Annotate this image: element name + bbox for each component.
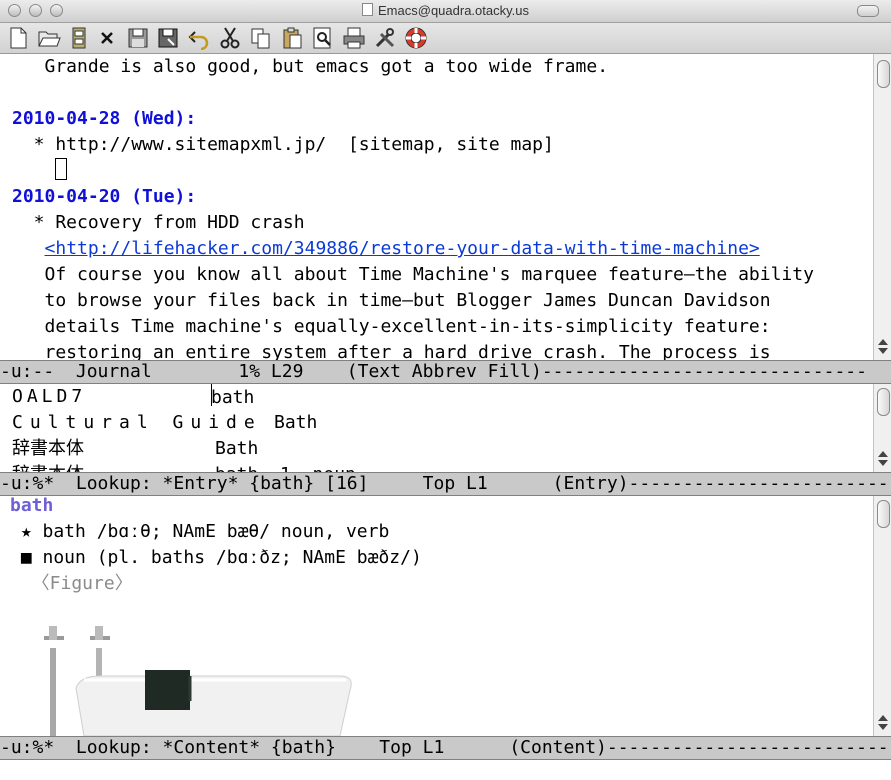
- title-bar: Emacs@quadra.otacky.us: [0, 0, 891, 23]
- journal-item: * http://www.sitemapxml.jp/ [sitemap, si…: [12, 134, 554, 155]
- copy-icon[interactable]: [249, 26, 273, 50]
- scroll-arrows[interactable]: [877, 712, 888, 733]
- noun-definition-line: ■ noun (pl. baths /bɑːðz; NAmE bæðz/): [10, 547, 422, 568]
- scroll-thumb[interactable]: [877, 60, 890, 88]
- journal-paragraph: restoring an entire system after a hard …: [12, 342, 771, 360]
- journal-link-line: <http://lifehacker.com/349886/restore-yo…: [12, 236, 760, 262]
- minibuffer[interactable]: [0, 762, 891, 780]
- journal-paragraph: details Time machine's equally-excellent…: [12, 316, 771, 337]
- paste-icon[interactable]: [280, 26, 304, 50]
- close-x-icon[interactable]: [95, 26, 119, 50]
- text-cursor: [12, 158, 67, 184]
- journal-paragraph: Of course you know all about Time Machin…: [12, 264, 814, 285]
- journal-mode-line: -u:-- Journal 1% L29 (Text Abbrev Fill)-…: [0, 360, 891, 384]
- journal-date-heading: 2010-04-28 (Wed):: [12, 108, 197, 129]
- content-buffer[interactable]: bath ★ bath /bɑːθ; NAmE bæθ/ noun, verb …: [0, 496, 873, 736]
- journal-item: * Recovery from HDD crash: [12, 212, 305, 233]
- journal-link[interactable]: <http://lifehacker.com/349886/restore-yo…: [45, 238, 760, 259]
- save-disk-icon[interactable]: [126, 26, 150, 50]
- pronunciation-line: ★ bath /bɑːθ; NAmE bæθ/ noun, verb: [10, 521, 390, 542]
- save-cabinet-icon[interactable]: [67, 26, 91, 50]
- entry-mode-line: -u:%* Lookup: *Entry* {bath} [16] Top L1…: [0, 472, 891, 496]
- help-icon[interactable]: [404, 26, 428, 50]
- journal-line: Grande is also good, but emacs got a too…: [12, 56, 609, 77]
- entry-word[interactable]: Bath: [274, 410, 317, 436]
- entry-dictionary: 辞書本体: [12, 462, 84, 472]
- undo-icon[interactable]: [187, 26, 211, 50]
- entry-buffer[interactable]: OALD7 bath Cultural Guide Bath 辞書本体 Bath…: [0, 384, 873, 472]
- entry-word[interactable]: Bath: [215, 436, 258, 462]
- content-mode-line: -u:%* Lookup: *Content* {bath} Top L1 (C…: [0, 736, 891, 760]
- cut-icon[interactable]: [218, 26, 242, 50]
- scroll-thumb[interactable]: [877, 500, 890, 528]
- scroll-arrows[interactable]: [877, 448, 888, 469]
- journal-paragraph: to browse your files back in time—but Bl…: [12, 290, 771, 311]
- entry-dictionary: OALD7: [12, 386, 87, 407]
- entry-dictionary: Cultural Guide: [12, 412, 262, 433]
- scroll-thumb[interactable]: [877, 388, 890, 416]
- content-scrollbar[interactable]: [873, 496, 891, 736]
- document-icon: [362, 3, 374, 16]
- window-title: Emacs@quadra.otacky.us: [0, 3, 891, 18]
- toolbar-toggle-button[interactable]: [857, 5, 879, 17]
- entry-scrollbar[interactable]: [873, 384, 891, 472]
- journal-buffer[interactable]: Grande is also good, but emacs got a too…: [0, 54, 873, 360]
- entry-word[interactable]: bath 1 noun: [215, 462, 356, 472]
- open-folder-icon[interactable]: [37, 26, 61, 50]
- scroll-arrows[interactable]: [877, 336, 888, 357]
- headword: bath: [10, 496, 54, 516]
- journal-scrollbar[interactable]: [873, 54, 891, 360]
- entry-dictionary: 辞書本体: [12, 438, 84, 459]
- figure-label[interactable]: 〈Figure〉: [10, 571, 133, 597]
- entry-word[interactable]: bath: [211, 384, 254, 410]
- journal-date-heading: 2010-04-20 (Tue):: [12, 186, 197, 207]
- search-icon[interactable]: [311, 26, 335, 50]
- new-file-icon[interactable]: [6, 26, 30, 50]
- preferences-icon[interactable]: [373, 26, 397, 50]
- save-as-icon[interactable]: [156, 26, 180, 50]
- toolbar: [0, 23, 891, 54]
- bathtub-image: [44, 626, 352, 736]
- print-icon[interactable]: [342, 26, 366, 50]
